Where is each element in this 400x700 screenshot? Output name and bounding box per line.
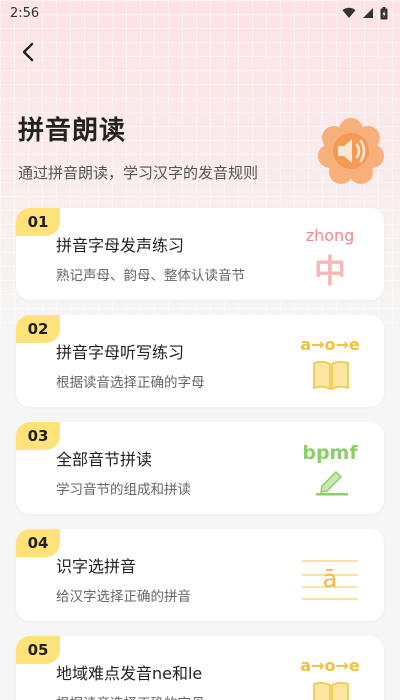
card-number-badge: 01 — [16, 208, 60, 236]
wifi-icon — [342, 7, 356, 19]
art-vowels-label: a→o→e — [300, 335, 360, 354]
signal-icon — [363, 8, 373, 18]
art-vowels-label: a→o→e — [300, 656, 360, 675]
card-title: 地域难点发音ne和le — [56, 664, 203, 683]
card-description: 熟记声母、韵母、整体认读音节 — [56, 268, 245, 284]
back-button[interactable] — [14, 38, 42, 66]
exercise-card-02[interactable]: 02 拼音字母听写练习 根据读音选择正确的字母 a→o→e — [16, 315, 384, 407]
exercise-card-04[interactable]: 04 识字选拼音 给汉字选择正确的拼音 ā — [16, 529, 384, 621]
card-number-badge: 04 — [16, 529, 60, 557]
page-subtitle: 通过拼音朗读，学习汉字的发音规则 — [18, 164, 259, 182]
art-character: 中 — [313, 252, 346, 290]
speaker-icon — [318, 118, 384, 184]
art-initials-label: bpmf — [302, 442, 358, 464]
card-title: 拼音字母发声练习 — [56, 236, 185, 255]
card-number-badge: 05 — [16, 636, 60, 664]
battery-icon — [380, 6, 388, 19]
vowels-book-icon: a→o→e — [294, 325, 366, 397]
tone-lines-icon: ā — [294, 539, 366, 611]
status-icons — [342, 6, 388, 20]
card-description: 根据读音选择正确的字母 — [56, 692, 205, 700]
card-number-badge: 02 — [16, 315, 60, 343]
book-icon — [313, 360, 349, 391]
vowels-book-icon: a→o→e — [294, 646, 366, 700]
card-title: 拼音字母听写练习 — [56, 343, 185, 362]
book-icon — [313, 681, 349, 700]
status-bar: 2:56 — [0, 0, 400, 26]
pencil-icon — [316, 470, 348, 496]
card-title: 识字选拼音 — [56, 557, 137, 576]
status-time: 2:56 — [10, 5, 40, 21]
bpmf-pencil-icon: bpmf — [294, 432, 366, 504]
art-pinyin-label: zhong — [305, 226, 355, 245]
page-title: 拼音朗读 — [18, 116, 127, 146]
zhong-character-icon: zhong 中 — [294, 218, 366, 290]
art-tone-letter: ā — [322, 565, 338, 593]
card-description: 根据读音选择正确的字母 — [56, 375, 205, 391]
card-title: 全部音节拼读 — [56, 450, 153, 469]
card-number-badge: 03 — [16, 422, 60, 450]
exercise-card-05[interactable]: 05 地域难点发音ne和le 根据读音选择正确的字母 a→o→e — [16, 636, 384, 700]
chevron-left-icon — [22, 42, 34, 62]
exercise-card-03[interactable]: 03 全部音节拼读 学习音节的组成和拼读 bpmf — [16, 422, 384, 514]
card-description: 学习音节的组成和拼读 — [56, 482, 191, 498]
exercise-card-01[interactable]: 01 拼音字母发声练习 熟记声母、韵母、整体认读音节 zhong 中 — [16, 208, 384, 300]
card-description: 给汉字选择正确的拼音 — [56, 589, 191, 605]
